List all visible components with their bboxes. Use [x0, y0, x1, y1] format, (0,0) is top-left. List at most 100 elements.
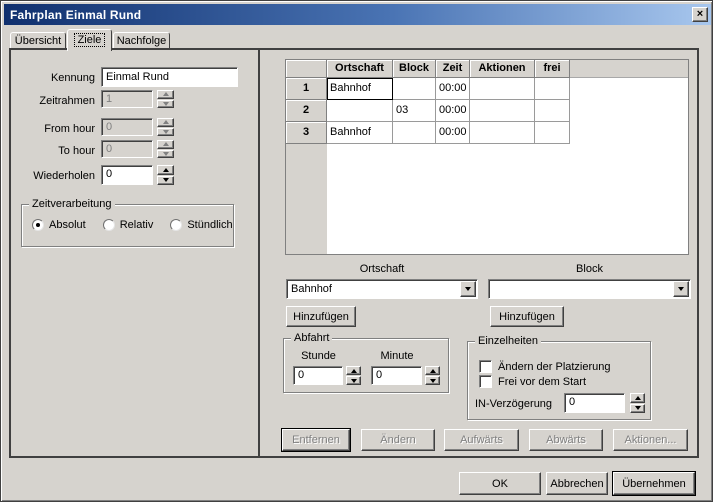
- ok-button[interactable]: OK: [459, 472, 541, 495]
- stunde-input[interactable]: 0: [293, 366, 343, 385]
- block-combobox[interactable]: [488, 279, 691, 299]
- spin-down-icon: [163, 178, 169, 182]
- row-header[interactable]: 3: [286, 122, 327, 144]
- tab-ziele[interactable]: Ziele: [67, 29, 112, 51]
- cell-zeit[interactable]: 00:00: [436, 100, 470, 122]
- panel-separator: [258, 50, 260, 456]
- kennung-input[interactable]: [101, 67, 238, 87]
- ortschaft-combobox-dropdown-button[interactable]: [460, 281, 476, 297]
- to-hour-label: To hour: [15, 145, 95, 157]
- block-combobox-dropdown-button[interactable]: [673, 281, 689, 297]
- kennung-label: Kennung: [15, 72, 95, 84]
- chevron-down-icon: [465, 287, 471, 291]
- titlebar[interactable]: Fahrplan Einmal Rund ×: [4, 4, 711, 25]
- spin-up-icon: [157, 90, 174, 99]
- ortschaft-combobox[interactable]: Bahnhof: [286, 279, 478, 299]
- spin-down-button[interactable]: [157, 176, 174, 186]
- absolut-radio-label: Absolut: [49, 219, 86, 231]
- row-filler: [570, 122, 688, 144]
- spin-up-button[interactable]: [425, 366, 440, 375]
- close-button[interactable]: ×: [692, 7, 708, 22]
- fahrplan-dialog: Fahrplan Einmal Rund × Übersicht Ziele N…: [0, 0, 713, 502]
- table-row: 2 03 00:00: [286, 100, 688, 122]
- ortschaft-hinzufuegen-button[interactable]: Hinzufügen: [286, 306, 356, 327]
- wiederholen-input[interactable]: 0: [101, 165, 153, 185]
- abfahrt-group: Abfahrt Stunde 0 Minute 0: [283, 338, 449, 393]
- zeitrahmen-spinner: [157, 90, 174, 108]
- close-icon: ×: [697, 9, 703, 20]
- tab-label: Ziele: [74, 33, 106, 47]
- minute-label: Minute: [371, 350, 423, 362]
- button-label: Ändern: [380, 434, 415, 446]
- cell-frei[interactable]: [535, 78, 570, 100]
- cell-block[interactable]: [393, 122, 436, 144]
- spin-down-icon: [351, 379, 357, 383]
- cell-aktionen[interactable]: [470, 100, 535, 122]
- cell-aktionen[interactable]: [470, 78, 535, 100]
- col-header-zeit: Zeit: [436, 60, 470, 78]
- in-verzoegerung-spinner[interactable]: [630, 393, 645, 413]
- table-row: 3 Bahnhof 00:00: [286, 122, 688, 144]
- relativ-radio[interactable]: [103, 219, 115, 231]
- abbrechen-button[interactable]: Abbrechen: [546, 472, 608, 495]
- spin-down-button[interactable]: [425, 376, 440, 385]
- einzelheiten-group-title: Einzelheiten: [475, 335, 541, 347]
- spin-up-button[interactable]: [157, 165, 174, 175]
- button-label: Aufwärts: [460, 434, 503, 446]
- tab-nachfolge[interactable]: Nachfolge: [113, 32, 170, 49]
- einzelheiten-group: Einzelheiten Ändern der Platzierung Frei…: [467, 341, 651, 420]
- cell-block[interactable]: [393, 78, 436, 100]
- tab-uebersicht[interactable]: Übersicht: [10, 32, 66, 49]
- spin-up-button[interactable]: [346, 366, 361, 375]
- to-hour-spinner: [157, 140, 174, 158]
- row-filler: [570, 78, 688, 100]
- ortschaft-picker-label: Ortschaft: [286, 263, 478, 275]
- grid-corner-header: [286, 60, 327, 78]
- spin-down-button[interactable]: [630, 404, 645, 414]
- abwaerts-button: Abwärts: [529, 429, 603, 451]
- frei-vor-dem-start-checkbox[interactable]: [479, 375, 492, 388]
- tab-label: Nachfolge: [117, 35, 167, 47]
- aendern-der-platzierung-label: Ändern der Platzierung: [498, 361, 611, 373]
- button-label: Abwärts: [546, 434, 586, 446]
- aufwaerts-button: Aufwärts: [444, 429, 519, 451]
- spin-down-icon: [157, 100, 174, 109]
- spin-down-button[interactable]: [346, 376, 361, 385]
- cell-frei[interactable]: [535, 122, 570, 144]
- cell-block[interactable]: 03: [393, 100, 436, 122]
- frei-vor-dem-start-label: Frei vor dem Start: [498, 376, 586, 388]
- uebernehmen-button[interactable]: Übernehmen: [613, 472, 695, 495]
- minute-spinner[interactable]: [425, 366, 440, 385]
- spin-up-icon: [163, 168, 169, 172]
- abfahrt-group-title: Abfahrt: [291, 332, 332, 344]
- tab-label: Übersicht: [15, 35, 61, 47]
- spin-down-icon: [430, 379, 436, 383]
- row-header[interactable]: 1: [286, 78, 327, 100]
- block-picker-label: Block: [488, 263, 691, 275]
- row-header[interactable]: 2: [286, 100, 327, 122]
- cell-zeit[interactable]: 00:00: [436, 122, 470, 144]
- cell-ortschaft[interactable]: [327, 100, 393, 122]
- zeitverarbeitung-group: Zeitverarbeitung Absolut Relativ Stündli…: [21, 204, 234, 247]
- col-header-aktionen: Aktionen: [470, 60, 535, 78]
- button-label: Aktionen...: [625, 434, 677, 446]
- in-verzoegerung-input[interactable]: 0: [564, 393, 625, 413]
- cell-ortschaft[interactable]: Bahnhof: [327, 78, 393, 100]
- wiederholen-spinner[interactable]: [157, 165, 174, 185]
- from-hour-input: 0: [101, 118, 153, 136]
- cell-zeit[interactable]: 00:00: [436, 78, 470, 100]
- block-hinzufuegen-button[interactable]: Hinzufügen: [490, 306, 564, 327]
- stuendlich-radio[interactable]: [170, 219, 182, 231]
- stunde-spinner[interactable]: [346, 366, 361, 385]
- spin-down-icon: [157, 150, 174, 159]
- cell-aktionen[interactable]: [470, 122, 535, 144]
- minute-input[interactable]: 0: [371, 366, 422, 385]
- button-label: Abbrechen: [550, 478, 603, 490]
- cell-frei[interactable]: [535, 100, 570, 122]
- aendern-der-platzierung-checkbox[interactable]: [479, 360, 492, 373]
- spin-up-button[interactable]: [630, 393, 645, 403]
- cell-ortschaft[interactable]: Bahnhof: [327, 122, 393, 144]
- button-label: Übernehmen: [622, 478, 686, 490]
- absolut-radio[interactable]: [32, 219, 44, 231]
- to-hour-input: 0: [101, 140, 153, 158]
